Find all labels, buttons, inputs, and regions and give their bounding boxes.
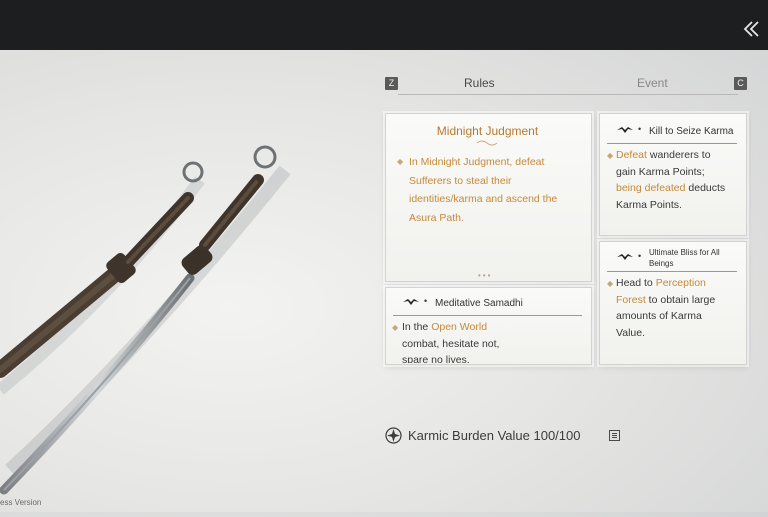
- card-seize-text: Defeat wanderers to gain Karma Points; b…: [616, 149, 726, 211]
- title-dot: •: [638, 124, 642, 134]
- card-midnight-title: Midnight Judgment: [436, 124, 539, 138]
- bullet-icon: ◆: [607, 279, 614, 288]
- card-samadhi-title: Meditative Samadhi: [435, 298, 523, 309]
- tab-rules[interactable]: Rules: [464, 76, 495, 90]
- card-divider: [607, 271, 737, 272]
- bullet-icon: ◆: [392, 323, 399, 332]
- card-samadhi-text: In the Open World combat, hesitate not, …: [402, 321, 500, 363]
- top-bar: [0, 0, 768, 50]
- bullet-icon: ◆: [397, 157, 404, 166]
- tab-key-right[interactable]: C: [734, 77, 747, 90]
- card-divider: [607, 143, 737, 144]
- crow-icon: [403, 299, 419, 305]
- title-dot: •: [638, 251, 642, 261]
- crow-icon: [617, 127, 633, 133]
- card-divider: [393, 315, 582, 316]
- title-dot: •: [424, 296, 428, 306]
- card-bliss-text: Head to Perception Forest to obtain larg…: [616, 277, 716, 339]
- tab-event[interactable]: Event: [637, 76, 668, 90]
- card-midnight-text: In Midnight Judgment, defeat Sufferers t…: [409, 156, 558, 224]
- ornament-icon: [476, 140, 498, 146]
- pagination-dots: •••: [478, 271, 493, 280]
- karmic-burden-value: Karmic Burden Value 100/100: [408, 428, 581, 443]
- card-seize-title: Kill to Seize Karma: [649, 126, 734, 137]
- card-bliss-title: Ultimate Bliss for All Beings: [649, 248, 720, 268]
- crow-icon: [617, 254, 633, 260]
- tab-divider: [398, 94, 738, 95]
- karma-emblem-icon: [385, 427, 402, 444]
- double-chevron-left-icon[interactable]: [740, 18, 764, 42]
- tab-key-left[interactable]: Z: [385, 77, 398, 90]
- swords-scene: [0, 50, 390, 512]
- info-icon[interactable]: [609, 430, 620, 441]
- version-label: ess Version: [0, 498, 42, 507]
- bullet-icon: ◆: [607, 151, 614, 160]
